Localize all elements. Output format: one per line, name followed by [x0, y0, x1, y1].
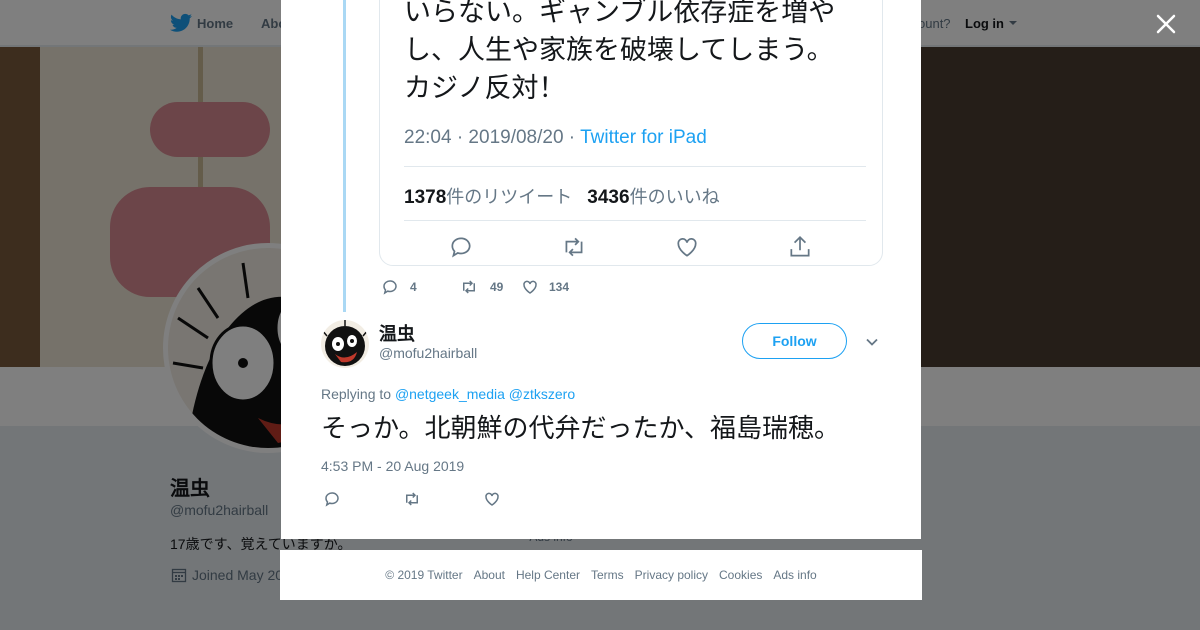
- footer-about-link[interactable]: About: [474, 568, 505, 582]
- reply-icon[interactable]: [381, 278, 399, 296]
- mention-link[interactable]: @ztkszero: [509, 386, 575, 402]
- reply-count: 4: [410, 280, 417, 294]
- replying-to: Replying to @netgeek_media @ztkszero: [321, 386, 575, 402]
- divider: [404, 166, 866, 167]
- quoted-tweet-stats: 1378件のリツイート 3436件のいいね: [404, 183, 720, 209]
- footer-terms-link[interactable]: Terms: [591, 568, 624, 582]
- close-icon[interactable]: [1154, 12, 1178, 36]
- quoted-text-line: いらない。ギャンブル依存症を増や: [404, 0, 836, 27]
- footer-help-link[interactable]: Help Center: [516, 568, 580, 582]
- tweet-avatar[interactable]: [321, 320, 369, 368]
- modal-footer: © 2019 Twitter About Help Center Terms P…: [280, 550, 922, 600]
- quoted-like-label: 件のいいね: [629, 187, 720, 207]
- tweet-author-name[interactable]: 温虫: [379, 320, 415, 346]
- footer-cookies-link[interactable]: Cookies: [719, 568, 762, 582]
- divider: [404, 220, 866, 221]
- like-count: 134: [549, 280, 570, 294]
- quoted-tweet-meta: 22:04 · 2019/08/20 · Twitter for iPad: [404, 127, 707, 149]
- quoted-text-line: カジノ反対！: [404, 73, 566, 103]
- retweet-icon: [565, 237, 583, 257]
- tweet-text: そっか。北朝鮮の代弁だったか、福島瑞穂。: [321, 413, 840, 443]
- tweet-timestamp[interactable]: 4:53 PM - 20 Aug 2019: [321, 458, 464, 474]
- like-icon[interactable]: [521, 278, 539, 296]
- follow-button[interactable]: Follow: [742, 323, 847, 359]
- quoted-retweet-count: 1378: [404, 187, 447, 208]
- thread-connector-line: [343, 0, 346, 312]
- tweet-modal: いらない。ギャンブル依存症を増や し、人生や家族を破壊してしまう。 カジノ反対！…: [281, 0, 921, 539]
- share-icon: [790, 236, 810, 257]
- quoted-source: Twitter for iPad: [580, 127, 707, 148]
- quoted-time: 22:04 · 2019/08/20 ·: [404, 127, 581, 148]
- reply-icon: [451, 237, 471, 258]
- retweet-count: 49: [490, 280, 504, 294]
- retweet-icon[interactable]: [460, 278, 478, 296]
- like-icon[interactable]: [483, 490, 501, 508]
- tweet-author-handle[interactable]: @mofu2hairball: [379, 345, 477, 361]
- like-icon: [677, 238, 697, 257]
- avatar-image: [321, 320, 369, 368]
- replying-prefix: Replying to: [321, 386, 395, 402]
- footer-ads-link[interactable]: Ads info: [773, 568, 816, 582]
- footer-copyright: © 2019 Twitter: [385, 568, 463, 582]
- quoted-text-line: し、人生や家族を破壊してしまう。: [404, 35, 834, 65]
- reply-icon[interactable]: [323, 490, 341, 508]
- footer-privacy-link[interactable]: Privacy policy: [635, 568, 708, 582]
- retweet-icon[interactable]: [403, 490, 421, 508]
- quoted-tweet-image[interactable]: いらない。ギャンブル依存症を増や し、人生や家族を破壊してしまう。 カジノ反対！…: [379, 0, 883, 266]
- chevron-down-icon[interactable]: [865, 335, 879, 349]
- quoted-tweet-text: いらない。ギャンブル依存症を増や し、人生や家族を破壊してしまう。 カジノ反対！: [404, 0, 874, 107]
- quoted-like-count: 3436: [587, 187, 630, 208]
- mention-link[interactable]: @netgeek_media: [395, 386, 505, 402]
- quoted-retweet-label: 件のリツイート: [446, 187, 573, 207]
